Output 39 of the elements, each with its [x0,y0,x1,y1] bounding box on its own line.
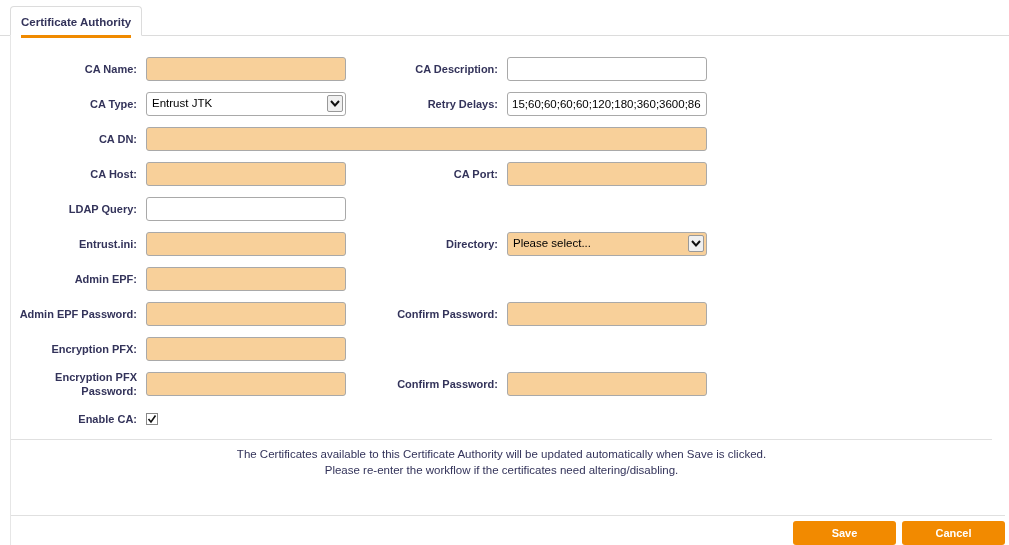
notice-text: Please re-enter the workflow if the certificates need altering/disabling. [324,463,679,478]
input-field[interactable] [146,56,346,81]
field-label: Confirm Password: [396,306,498,321]
dropdown[interactable]: Entrust JTK [146,91,346,116]
field-label: Directory: [445,236,498,251]
checkbox[interactable] [146,412,158,425]
notice-text: The Certificates available to this Certificate Authority will be updated automatically when Save is clicked. [236,447,767,462]
input-field[interactable] [146,336,346,361]
input-field[interactable] [507,161,707,186]
input-field[interactable] [146,161,346,186]
input-field[interactable] [146,371,346,396]
field-label: Admin EPF: [73,271,137,286]
field-label: CA Description: [414,61,498,76]
input-field[interactable] [507,56,707,81]
field-label: Retry Delays: [426,96,498,111]
field-label: Admin EPF Password: [18,306,137,321]
input-field[interactable]: 15;60;60;60;60;120;180;360;3600;86 [507,91,707,116]
input-field[interactable] [507,301,707,326]
chevron-down-icon [327,95,343,112]
dropdown[interactable]: Please select... [507,231,707,256]
input-field[interactable] [146,266,346,291]
field-label: Entrust.ini: [77,236,137,251]
field-label: CA Name: [83,61,137,76]
input-field[interactable] [507,371,707,396]
field-label: CA Port: [452,166,498,181]
chevron-down-icon [688,235,704,252]
field-label: Confirm Password: [396,376,498,391]
input-field[interactable] [146,231,346,256]
input-field[interactable] [146,301,346,326]
field-label: Encryption PFX: [50,341,137,356]
field-label: Encryption PFX Password: [54,369,137,398]
field-label: CA Host: [89,166,137,181]
field-label: CA DN: [97,131,137,146]
field-label: CA Type: [88,96,137,111]
tab[interactable]: Certificate Authority [10,6,143,36]
input-field[interactable] [146,196,346,221]
field-label: LDAP Query: [67,201,137,216]
field-label: Enable CA: [77,411,137,426]
input-field[interactable] [146,126,707,151]
